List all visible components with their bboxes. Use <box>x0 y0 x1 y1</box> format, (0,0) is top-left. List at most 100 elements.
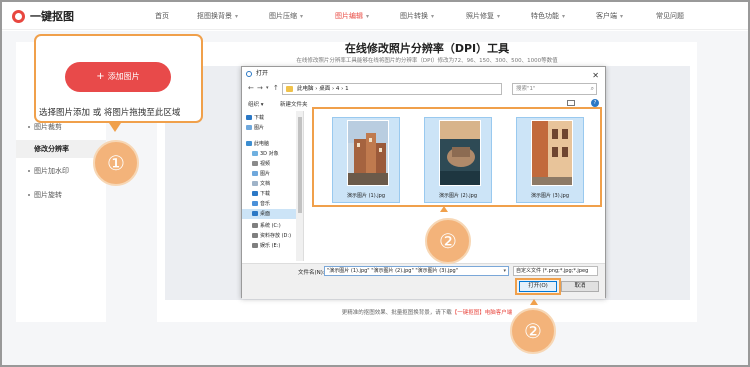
chevron-down-icon: ▾ <box>503 268 506 274</box>
folder-icon <box>286 86 293 92</box>
help-icon[interactable]: ? <box>591 99 599 107</box>
nav-repair[interactable]: 照片修复 ▾ <box>466 11 500 21</box>
browser-icon <box>246 71 252 77</box>
open-file-dialog: 打开 ✕ ← → ▾ ↑ 此电脑 › 桌面 › 4 › 1 搜索"1" ⌕ 组织 … <box>241 66 606 299</box>
step-badge-2: ② <box>425 218 471 264</box>
file-type-select[interactable]: 自定义文件 (*.png;*.jpg;*.jpeg <box>513 266 598 276</box>
tree-scrollbar-thumb[interactable] <box>298 117 302 213</box>
tree-item-label: 文档 <box>260 181 271 187</box>
new-folder-button[interactable]: 新建文件夹 <box>280 100 308 108</box>
sidebar-item-rotate[interactable]: 图片旋转 <box>16 186 106 204</box>
tree-item-documents[interactable]: 文档 <box>242 179 303 189</box>
chevron-down-icon: ▾ <box>620 13 624 20</box>
filename-label: 文件名(N): <box>298 270 325 276</box>
pictures-icon <box>246 125 252 130</box>
footer-text: 更精准的抠图效果、批量抠图换背景，请下载 <box>341 310 452 316</box>
thumbnail-image <box>347 120 389 186</box>
address-input[interactable]: 此电脑 › 桌面 › 4 › 1 <box>282 83 502 95</box>
organize-menu[interactable]: 组织 ▾ <box>248 100 264 108</box>
nav-edit-label: 图片编辑 <box>335 12 363 20</box>
tree-item-drive-c[interactable]: 系统 (C:) <box>242 221 303 231</box>
tree-item-downloads[interactable]: 下载 <box>242 113 303 123</box>
nav-edit[interactable]: 图片编辑 ▾ <box>335 11 369 21</box>
tree-item-label: 此电脑 <box>254 141 270 147</box>
dialog-titlebar: 打开 ✕ <box>242 67 605 81</box>
tree-item-label: 桌面 <box>260 211 271 217</box>
download-icon <box>246 115 252 120</box>
tree-item-label: 3D 对象 <box>260 151 279 157</box>
pictures-icon <box>252 171 258 176</box>
back-icon[interactable]: ← <box>248 84 254 92</box>
nav-faq[interactable]: 常见问题 <box>656 11 684 21</box>
nav-convert[interactable]: 图片转换 ▾ <box>400 11 434 21</box>
cancel-button[interactable]: 取消 <box>561 281 599 292</box>
sidebar-item-resolution[interactable]: 修改分辨率 <box>16 140 106 158</box>
tree-item-videos[interactable]: 视频 <box>242 159 303 169</box>
tree-item-label: 系统 (C:) <box>260 223 281 229</box>
address-path: 此电脑 › 桌面 › 4 › 1 <box>297 86 349 92</box>
tree-item-drive-d[interactable]: 资料存放 (D:) <box>242 231 303 241</box>
file-item-1[interactable]: 演示图片 (1).jpg <box>332 117 400 203</box>
tree-item-3d[interactable]: 3D 对象 <box>242 149 303 159</box>
tree-item-music[interactable]: 音乐 <box>242 199 303 209</box>
tree-item-pictures-2[interactable]: 图片 <box>242 169 303 179</box>
chevron-down-icon: ▾ <box>431 13 435 20</box>
logo[interactable]: 一键抠图 <box>12 7 74 25</box>
drive-icon <box>252 243 258 248</box>
tree-item-label: 图片 <box>260 171 271 177</box>
footer-note: 更精准的抠图效果、批量抠图换背景，请下载【一键抠图】电脑客户端 <box>157 308 697 316</box>
file-type-value: 自定义文件 (*.png;*.jpg;*.jpeg <box>516 268 589 274</box>
tree-item-downloads-2[interactable]: 下载 <box>242 189 303 199</box>
computer-icon <box>246 141 252 146</box>
music-icon <box>252 201 258 206</box>
plus-icon: + <box>96 71 105 82</box>
chevron-down-icon[interactable]: ▾ <box>266 85 269 91</box>
nav-features[interactable]: 特色功能 ▾ <box>531 11 565 21</box>
tree-item-this-pc[interactable]: 此电脑 <box>242 139 303 149</box>
nav-client[interactable]: 客户端 ▾ <box>596 11 623 21</box>
bullet-icon <box>28 170 30 172</box>
tree-item-drive-e[interactable]: 娱乐 (E:) <box>242 241 303 251</box>
client-download-link[interactable]: 【一键抠图】电脑客户端 <box>452 310 513 316</box>
view-options-icon[interactable] <box>567 100 575 106</box>
cube-icon <box>252 151 258 156</box>
add-image-button[interactable]: + 添加图片 <box>65 62 171 92</box>
tree-item-label: 视频 <box>260 161 271 167</box>
nav-compress[interactable]: 图片压缩 ▾ <box>269 11 303 21</box>
nav-cutout[interactable]: 抠图换背景 ▾ <box>197 11 238 21</box>
chevron-down-icon: ▾ <box>366 13 370 20</box>
step-badge-1: ① <box>93 140 139 186</box>
nav-home[interactable]: 首页 <box>155 11 169 21</box>
logo-text: 一键抠图 <box>30 10 74 23</box>
thumbnail-image <box>531 120 573 186</box>
pointer-arrow <box>530 299 538 305</box>
tree-item-label: 音乐 <box>260 201 271 207</box>
forward-icon[interactable]: → <box>257 84 263 92</box>
nav-repair-label: 照片修复 <box>466 12 494 20</box>
tree-item-label: 图片 <box>254 125 265 131</box>
tree-item-label: 下载 <box>260 191 271 197</box>
bullet-icon <box>28 126 30 128</box>
file-item-3[interactable]: 演示图片 (3).jpg <box>516 117 584 203</box>
top-nav: 一键抠图 首页 抠图换背景 ▾ 图片压缩 ▾ 图片编辑 ▾ 图片转换 ▾ 照片修复 ▾ 特… <box>2 2 748 30</box>
pointer-arrow <box>109 123 121 132</box>
add-image-label: 添加图片 <box>107 72 140 81</box>
download-icon <box>252 191 258 196</box>
tree-item-desktop[interactable]: 桌面 <box>242 209 303 219</box>
filename-input[interactable]: "演示图片 (1).jpg" "演示图片 (2).jpg" "演示图片 (3).… <box>324 266 509 276</box>
video-icon <box>252 161 258 166</box>
address-bar-row: ← → ▾ ↑ 此电脑 › 桌面 › 4 › 1 搜索"1" ⌕ <box>242 81 605 97</box>
bullet-icon <box>28 194 30 196</box>
up-icon[interactable]: ↑ <box>273 84 279 92</box>
nav-features-label: 特色功能 <box>531 12 559 20</box>
chevron-down-icon: ▾ <box>235 13 239 20</box>
open-button[interactable]: 打开(O) <box>519 281 557 292</box>
file-item-2[interactable]: 演示图片 (2).jpg <box>424 117 492 203</box>
upload-hint: 选择图片添加 或 将图片拖拽至此区域 <box>39 108 181 118</box>
search-icon: ⌕ <box>590 85 594 92</box>
tree-item-pictures[interactable]: 图片 <box>242 123 303 133</box>
dialog-title: 打开 <box>256 70 269 77</box>
nav-convert-label: 图片转换 <box>400 12 428 20</box>
search-placeholder: 搜索"1" <box>516 86 536 92</box>
search-input[interactable]: 搜索"1" ⌕ <box>512 83 597 95</box>
